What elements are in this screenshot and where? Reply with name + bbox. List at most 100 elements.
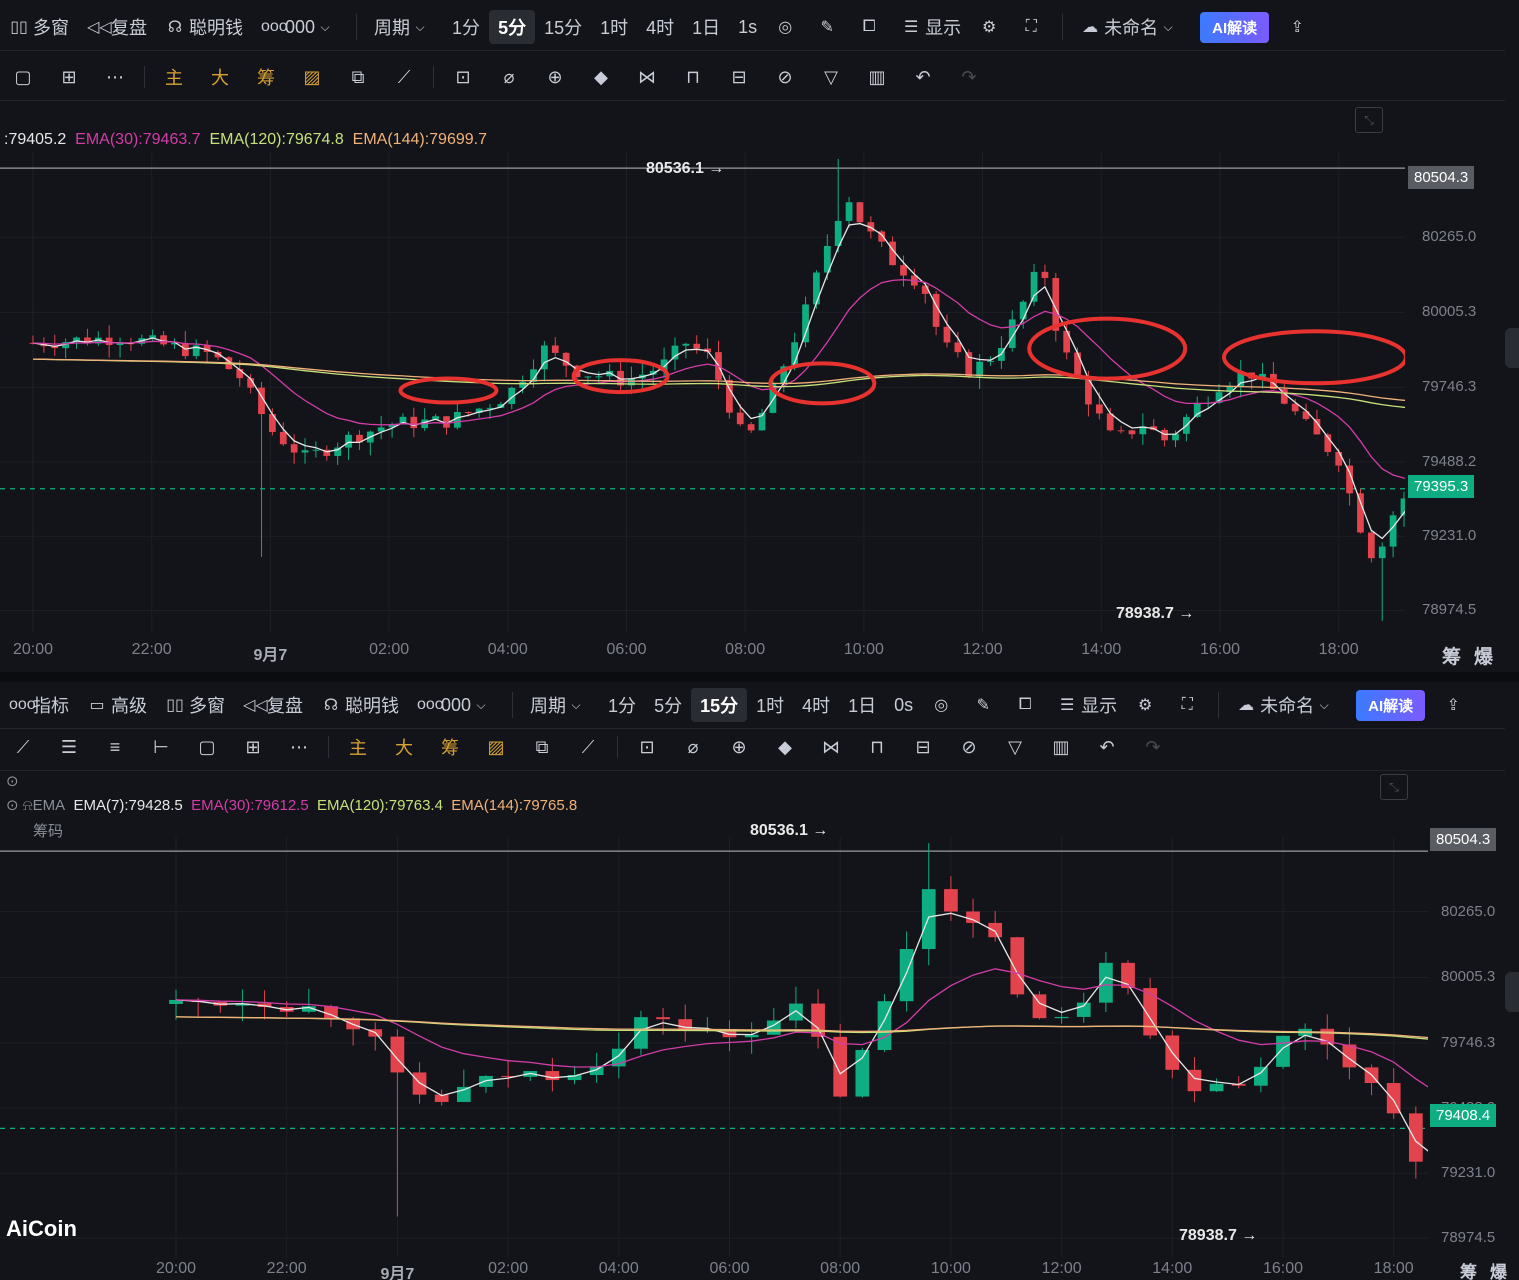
ai-interpret-button[interactable]: AI解读 <box>1347 688 1434 722</box>
compare-icon[interactable]: ⧉ <box>335 67 381 88</box>
toolbar-item-2[interactable]: ☊ 聪明钱 <box>156 10 252 44</box>
chart-overlay-icon[interactable]: ▨ <box>473 737 519 758</box>
lock-icon[interactable]: ⊓ <box>670 67 716 88</box>
toolbar-item-13[interactable]: 0s <box>885 688 922 722</box>
lock-icon[interactable]: ⊓ <box>854 737 900 758</box>
toolbar-item-7[interactable]: 15分 <box>535 10 591 44</box>
toolbar-item-12[interactable]: 1日 <box>839 688 885 722</box>
link-icon[interactable]: ⊘ <box>946 737 992 758</box>
bookmark-icon[interactable]: ⊡ <box>440 67 486 88</box>
toolbar-item-4[interactable]: ☊ 聪明钱 <box>312 688 408 722</box>
toolbar-item-1[interactable]: ◁◁ 复盘 <box>78 10 156 44</box>
ruler-icon[interactable]: ⌀ <box>670 737 716 758</box>
measure-tool-icon[interactable]: ⊞ <box>230 737 276 758</box>
toolbar-item-0[interactable]: ▯▯ 多窗 <box>0 10 78 44</box>
chip-toggle[interactable]: 筹 <box>1442 642 1461 669</box>
template-icon[interactable]: ⊟ <box>716 67 762 88</box>
undo-icon[interactable]: ↶ <box>900 67 946 88</box>
display-button[interactable]: ☰ 显示 <box>1048 688 1126 722</box>
toolbar-item-7[interactable]: 1分 <box>599 688 645 722</box>
toolbar-item-8[interactable]: 5分 <box>645 688 691 722</box>
filter-icon[interactable]: ▽ <box>992 737 1038 758</box>
line-tool-icon[interactable]: ⟋ <box>0 737 46 758</box>
display-button[interactable]: ☰ 显示 <box>892 10 970 44</box>
toolbar-item-10[interactable]: 1时 <box>747 688 793 722</box>
expand-icon[interactable]: ⤡ <box>1355 107 1383 133</box>
share-window-button[interactable]: ⧠ <box>850 10 892 44</box>
filter-icon[interactable]: ▽ <box>808 67 854 88</box>
price-chart-5m[interactable] <box>0 152 1405 632</box>
main-indicator-icon[interactable]: 主 <box>151 64 197 90</box>
liquidation-toggle[interactable]: 爆 <box>1490 1258 1507 1280</box>
side-collapse-handle[interactable] <box>1505 972 1519 1012</box>
ai-interpret-button[interactable]: AI解读 <box>1191 10 1278 44</box>
toolbar-item-10[interactable]: 1日 <box>683 10 729 44</box>
toolbar-item-6[interactable]: 周期 ⌵ <box>521 688 599 722</box>
undo-icon[interactable]: ↶ <box>1084 737 1130 758</box>
magnet-icon[interactable]: ⋈ <box>808 737 854 758</box>
toolbar-item-8[interactable]: 1时 <box>591 10 637 44</box>
hline-tool-icon[interactable]: ⊢ <box>138 737 184 758</box>
layout-selector[interactable]: ☁ 未命名 ⌵ <box>1227 688 1347 722</box>
redo-icon[interactable]: ↷ <box>1130 737 1176 758</box>
share-button[interactable]: ⇪ <box>1278 10 1320 44</box>
more-tools-icon[interactable]: ⋯ <box>276 737 322 758</box>
toolbar-item-3[interactable]: ◁◁ 复盘 <box>234 688 312 722</box>
chip-icon[interactable]: 筹 <box>427 734 473 760</box>
ruler-icon[interactable]: ⌀ <box>486 67 532 88</box>
trend-tool-icon[interactable]: ⟋ <box>381 67 427 88</box>
chip-toggle[interactable]: 筹 <box>1460 1258 1477 1280</box>
magnet-icon[interactable]: ⋈ <box>624 67 670 88</box>
trend-tool-icon[interactable]: ⟋ <box>565 737 611 758</box>
price-chart-15m[interactable] <box>0 837 1428 1257</box>
settings-button[interactable]: ⚙ <box>1126 688 1168 722</box>
rectangle-tool-icon[interactable]: ▢ <box>184 737 230 758</box>
chart-overlay-icon[interactable]: ▨ <box>289 67 335 88</box>
collapse-legend-icon[interactable]: ⊙ <box>6 772 19 790</box>
toolbar-item-0[interactable]: ᴏᴏᴏ 指标 <box>0 688 78 722</box>
more-tools-icon[interactable]: ⋯ <box>92 67 138 88</box>
draw-button[interactable]: ✎ <box>964 688 1006 722</box>
screenshot-button[interactable]: ◎ <box>922 688 964 722</box>
big-order-icon[interactable]: 大 <box>381 734 427 760</box>
main-indicator-icon[interactable]: 主 <box>335 734 381 760</box>
layout-selector[interactable]: ☁ 未命名 ⌵ <box>1071 10 1191 44</box>
share-button[interactable]: ⇪ <box>1434 688 1476 722</box>
bookmark-icon[interactable]: ⊡ <box>624 737 670 758</box>
draw-button[interactable]: ✎ <box>808 10 850 44</box>
delete-icon[interactable]: ▥ <box>854 67 900 88</box>
share-window-button[interactable]: ⧠ <box>1006 688 1048 722</box>
toolbar-item-11[interactable]: 4时 <box>793 688 839 722</box>
toolbar-item-6[interactable]: 5分 <box>489 10 536 44</box>
toolbar-item-4[interactable]: 周期 ⌵ <box>365 10 443 44</box>
rectangle-tool-icon[interactable]: ▢ <box>0 67 46 88</box>
eraser-icon[interactable]: ◆ <box>762 737 808 758</box>
parallel-tool-icon[interactable]: ☰ <box>46 737 92 758</box>
toolbar-item-2[interactable]: ▯▯ 多窗 <box>156 688 234 722</box>
fullscreen-button[interactable]: ⛶ <box>1168 688 1210 722</box>
link-icon[interactable]: ⊘ <box>762 67 808 88</box>
measure-tool-icon[interactable]: ⊞ <box>46 67 92 88</box>
big-order-icon[interactable]: 大 <box>197 64 243 90</box>
toolbar-item-1[interactable]: ▭ 高级 <box>78 688 156 722</box>
zoom-icon[interactable]: ⊕ <box>532 67 578 88</box>
expand-icon[interactable]: ⤡ <box>1380 774 1408 800</box>
toolbar-item-3[interactable]: ᴏᴏᴏ 000 ⌵ <box>252 10 348 44</box>
toolbar-item-9[interactable]: 15分 <box>691 688 748 722</box>
chip-icon[interactable]: 筹 <box>243 64 289 90</box>
toolbar-item-5[interactable]: 1分 <box>443 10 489 44</box>
toolbar-item-11[interactable]: 1s <box>729 10 766 44</box>
compare-icon[interactable]: ⧉ <box>519 737 565 758</box>
redo-icon[interactable]: ↷ <box>946 67 992 88</box>
zoom-icon[interactable]: ⊕ <box>716 737 762 758</box>
screenshot-button[interactable]: ◎ <box>766 10 808 44</box>
toolbar-item-5[interactable]: ᴏᴏᴏ 000 ⌵ <box>408 688 504 722</box>
eraser-icon[interactable]: ◆ <box>578 67 624 88</box>
side-collapse-handle[interactable] <box>1505 328 1519 368</box>
alert-icon[interactable]: ⊙ ⍾ <box>6 797 33 814</box>
channel-tool-icon[interactable]: ≡ <box>92 737 138 758</box>
toolbar-item-9[interactable]: 4时 <box>637 10 683 44</box>
fullscreen-button[interactable]: ⛶ <box>1012 10 1054 44</box>
template-icon[interactable]: ⊟ <box>900 737 946 758</box>
settings-button[interactable]: ⚙ <box>970 10 1012 44</box>
